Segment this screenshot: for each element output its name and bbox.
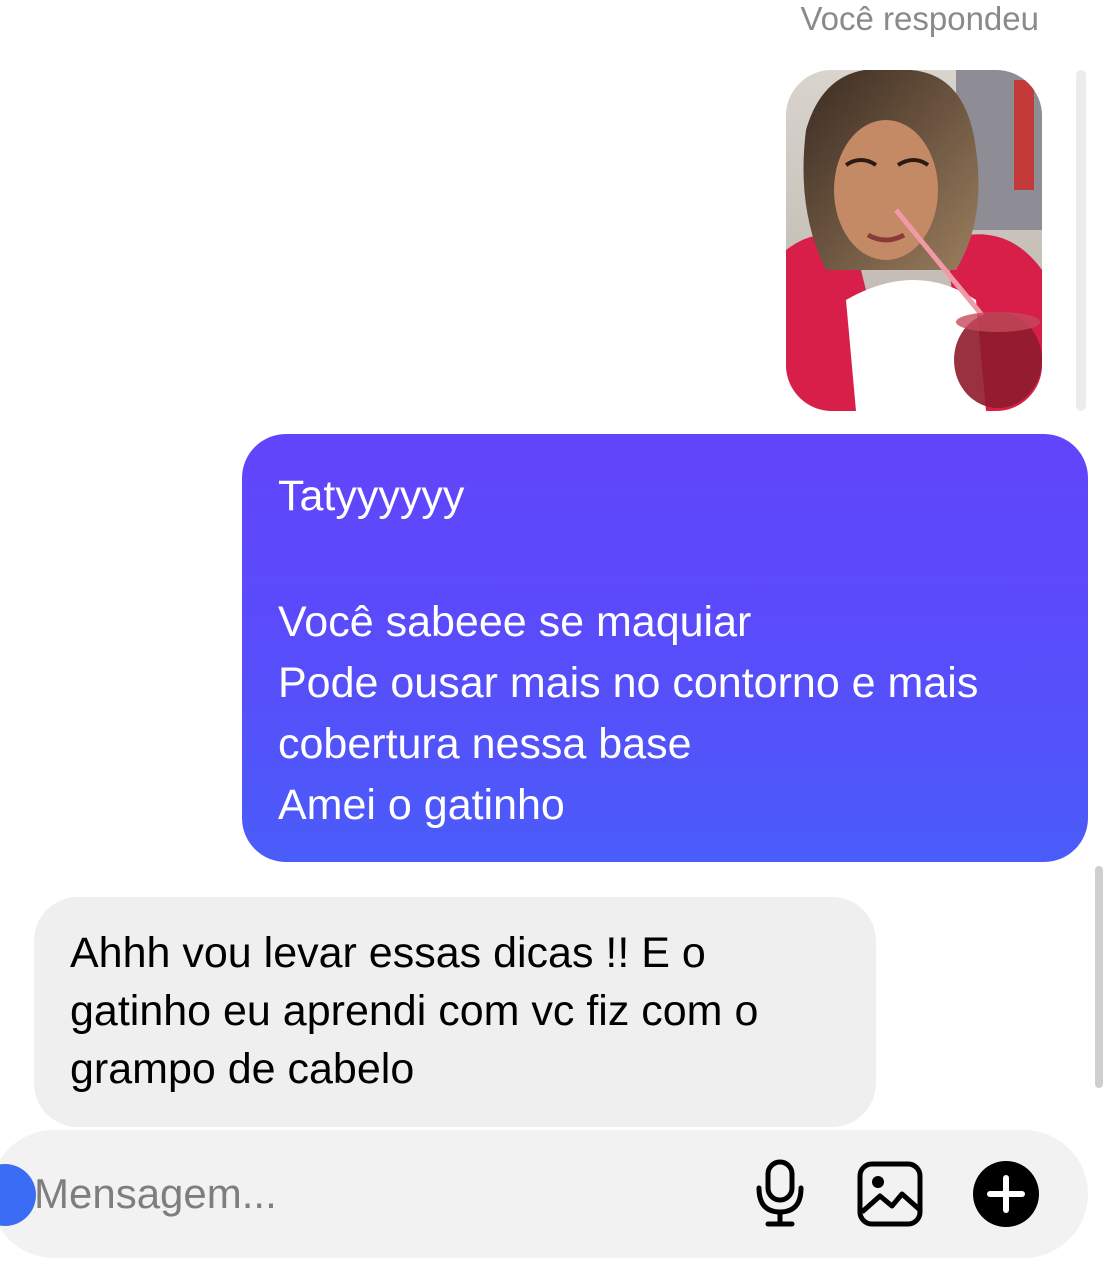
plus-icon[interactable] <box>972 1160 1040 1228</box>
sent-message-bubble[interactable]: Tatyyyyyy Você sabeee se maquiar Pode ou… <box>242 434 1088 862</box>
message-line <box>278 527 1058 592</box>
message-line: Tatyyyyyy <box>278 472 465 520</box>
story-reply-photo[interactable] <box>786 70 1042 411</box>
gallery-icon[interactable] <box>856 1160 924 1228</box>
message-line: Ahhh vou levar essas dicas !! E o <box>70 929 706 977</box>
microphone-icon[interactable] <box>752 1158 808 1228</box>
message-line: Amei o gatinho <box>278 781 565 829</box>
message-line: cobertura nessa base <box>278 720 692 768</box>
received-message-bubble[interactable]: Ahhh vou levar essas dicas !! E o gatinh… <box>34 897 876 1127</box>
reply-context-label: Você respondeu <box>800 0 1039 37</box>
message-input[interactable]: Mensagem... <box>34 1166 714 1222</box>
photo-thumbnail <box>786 70 1042 411</box>
reply-scroll-track <box>1076 70 1086 411</box>
message-line: gatinho eu aprendi com vc fiz com o <box>70 987 759 1035</box>
scrollbar-thumb[interactable] <box>1095 866 1103 1088</box>
message-line: Pode ousar mais no contorno e mais <box>278 659 979 707</box>
message-line: grampo de cabelo <box>70 1045 415 1093</box>
message-line: Você sabeee se maquiar <box>278 598 752 646</box>
